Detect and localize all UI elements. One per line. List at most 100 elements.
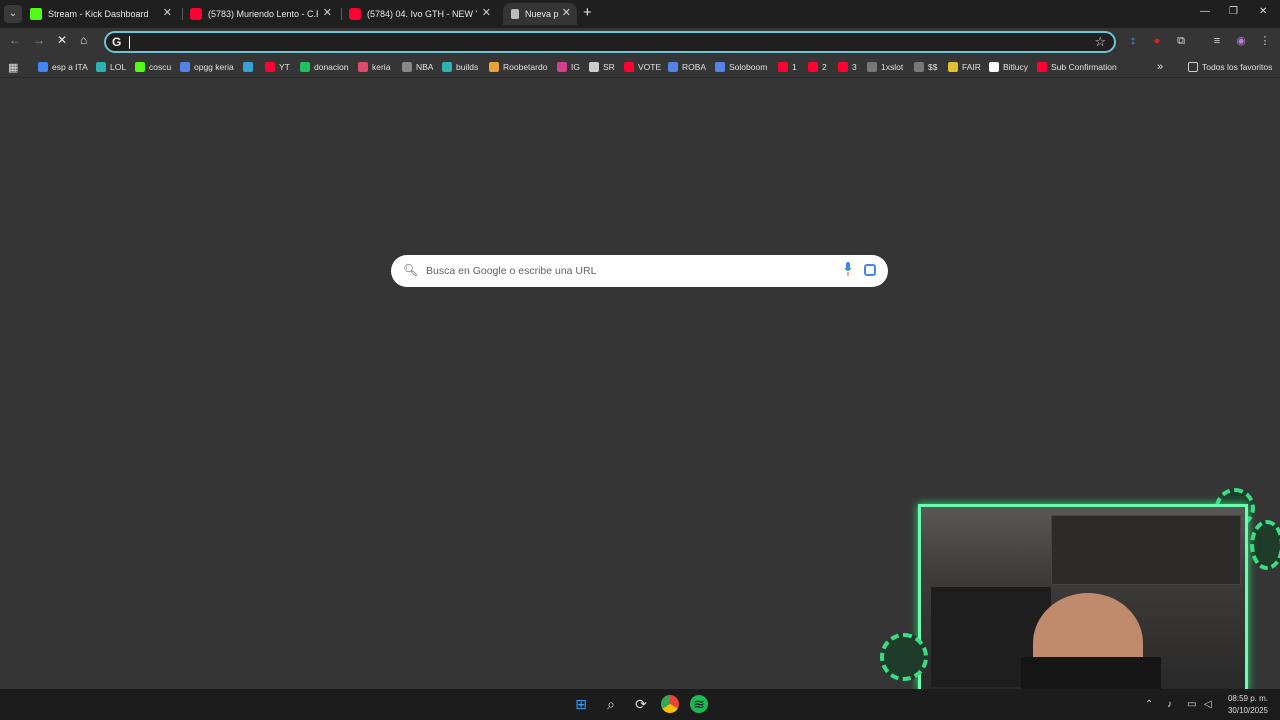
casino-chip-decoration [880, 633, 928, 681]
bookmark-favicon-icon [402, 62, 412, 72]
apps-grid-icon[interactable]: ▦ [8, 60, 18, 74]
bookmarks-more-button[interactable]: » [1157, 60, 1163, 74]
home-icon[interactable]: ⌂ [80, 33, 87, 47]
bookmark-favicon-icon [265, 62, 275, 72]
microphone-icon[interactable] [844, 262, 852, 276]
taskbar-search-icon[interactable]: ⌕ [602, 695, 620, 713]
bookmark-item[interactable]: ROBA [668, 60, 706, 74]
bookmark-favicon-icon [489, 62, 499, 72]
bookmark-item[interactable]: $$ [914, 60, 937, 74]
google-lens-icon[interactable] [864, 264, 876, 276]
new-tab-button[interactable]: + [583, 4, 592, 21]
tab-search-button[interactable]: ⌄ [4, 5, 22, 23]
bookmark-item[interactable]: YT [265, 60, 290, 74]
profile-avatar[interactable]: ◉ [1234, 34, 1248, 48]
tray-volume-icon[interactable]: ◁ [1204, 699, 1212, 710]
address-bar[interactable]: G ☆ [104, 31, 1116, 53]
minimize-icon[interactable]: — [1200, 6, 1210, 17]
bookmark-favicon-icon [180, 62, 190, 72]
bookmark-item[interactable]: esp a ITA [38, 60, 88, 74]
close-icon[interactable]: ✕ [562, 6, 571, 19]
google-icon: G [112, 35, 122, 49]
tray-network-icon[interactable]: ▭ [1187, 699, 1196, 710]
extensions-puzzle-icon[interactable]: ⧉ [1174, 34, 1188, 48]
streamer-shirt [1021, 657, 1161, 689]
tray-microphone-icon[interactable]: ♪ [1167, 699, 1172, 710]
bookmark-item[interactable]: coscu [135, 60, 171, 74]
bookmark-item[interactable]: 1 [778, 60, 797, 74]
bookmark-favicon-icon [300, 62, 310, 72]
bookmark-item[interactable]: Soloboom [715, 60, 767, 74]
bookmark-item[interactable]: 3 [838, 60, 857, 74]
taskbar-app-icon[interactable]: ⟳ [632, 695, 650, 713]
bookmark-item[interactable]: 1xslot [867, 60, 903, 74]
folder-icon [1188, 62, 1198, 72]
tab-title: Stream - Kick Dashboard [48, 9, 149, 19]
close-icon[interactable]: ✕ [163, 6, 172, 19]
text-caret [129, 36, 130, 49]
clock-time: 08:59 p. m. [1227, 694, 1268, 703]
bookmark-item[interactable] [243, 60, 257, 74]
bookmark-label: builds [456, 62, 479, 72]
bookmark-item[interactable]: Sub Confirmation [1037, 60, 1117, 74]
spotify-icon[interactable]: ≋ [690, 695, 708, 713]
taskbar-clock[interactable]: 08:59 p. m. 30/10/2025 [1228, 693, 1268, 717]
bookmark-label: esp a ITA [52, 62, 88, 72]
bookmark-favicon-icon [778, 62, 788, 72]
bookmark-item[interactable]: LOL [96, 60, 126, 74]
all-favorites-folder[interactable]: Todos los favoritos [1188, 60, 1272, 74]
bookmark-label: IG [571, 62, 580, 72]
tab-muriendo-lento[interactable]: (5783) Muriendo Lento - C.R.O ✕ [190, 3, 338, 25]
forward-icon[interactable]: → [33, 33, 45, 47]
bookmark-star-icon[interactable]: ☆ [1094, 34, 1106, 50]
tab-strip: ⌄ Stream - Kick Dashboard ✕ (5783) Murie… [0, 0, 1280, 28]
bookmark-item[interactable]: keria [358, 60, 390, 74]
menu-icon[interactable]: ⋮ [1258, 34, 1272, 48]
bookmark-item[interactable]: 2 [808, 60, 827, 74]
restore-icon[interactable]: ❐ [1229, 6, 1238, 17]
bookmark-favicon-icon [358, 62, 368, 72]
stop-icon[interactable]: ✕ [57, 33, 67, 47]
tab-divider [341, 8, 342, 20]
bookmark-favicon-icon [668, 62, 678, 72]
bookmark-item[interactable]: builds [442, 60, 478, 74]
bookmark-label: 2 [822, 62, 827, 72]
search-placeholder: Busca en Google o escribe una URL [426, 265, 597, 277]
bookmark-item[interactable]: donacion [300, 60, 349, 74]
tray-chevron-icon[interactable]: ⌃ [1145, 699, 1153, 710]
close-icon[interactable]: ✕ [482, 6, 491, 19]
bookmark-label: donacion [314, 62, 349, 72]
bookmark-label: SR [603, 62, 615, 72]
bookmark-favicon-icon [989, 62, 999, 72]
bookmark-item[interactable]: NBA [402, 60, 433, 74]
google-search-box[interactable]: 🔍︎ Busca en Google o escribe una URL [391, 255, 888, 287]
casino-chip-decoration [1250, 520, 1280, 570]
close-window-icon[interactable]: ✕ [1259, 6, 1267, 17]
extension-wave-icon[interactable]: ⦂ [1126, 34, 1140, 48]
bookmark-label: Bitlucy [1003, 62, 1029, 72]
bookmark-favicon-icon [914, 62, 924, 72]
bookmark-favicon-icon [715, 62, 725, 72]
bookmark-label: Sub Confirmation [1051, 62, 1117, 72]
bookmark-item[interactable]: VOTE [624, 60, 661, 74]
tab-kick-dashboard[interactable]: Stream - Kick Dashboard ✕ [30, 3, 178, 25]
extension-red-icon[interactable]: ● [1150, 34, 1164, 48]
tab-new-tab[interactable]: Nueva p ✕ [503, 3, 577, 25]
webcam-overlay [918, 504, 1248, 692]
youtube-icon [190, 8, 202, 20]
bookmark-item[interactable]: Roobetardo [489, 60, 547, 74]
tab-title: (5784) 04. Ivo GTH - NEW YOR [367, 9, 477, 19]
windows-start-icon[interactable]: ⊞ [572, 695, 590, 713]
clock-date: 30/10/2025 [1227, 706, 1268, 715]
bookmark-item[interactable]: FAIR [948, 60, 981, 74]
chrome-icon[interactable] [661, 695, 679, 713]
media-control-icon[interactable]: ≡ [1210, 34, 1224, 48]
bookmark-item[interactable]: SR [589, 60, 615, 74]
bookmark-favicon-icon [808, 62, 818, 72]
tab-ivo-gth[interactable]: (5784) 04. Ivo GTH - NEW YOR ✕ [349, 3, 497, 25]
bookmark-item[interactable]: IG [557, 60, 580, 74]
bookmark-item[interactable]: Bitlucy [989, 60, 1028, 74]
bookmark-item[interactable]: opgg keria [180, 60, 234, 74]
close-icon[interactable]: ✕ [323, 6, 332, 19]
back-icon[interactable]: ← [9, 33, 21, 47]
